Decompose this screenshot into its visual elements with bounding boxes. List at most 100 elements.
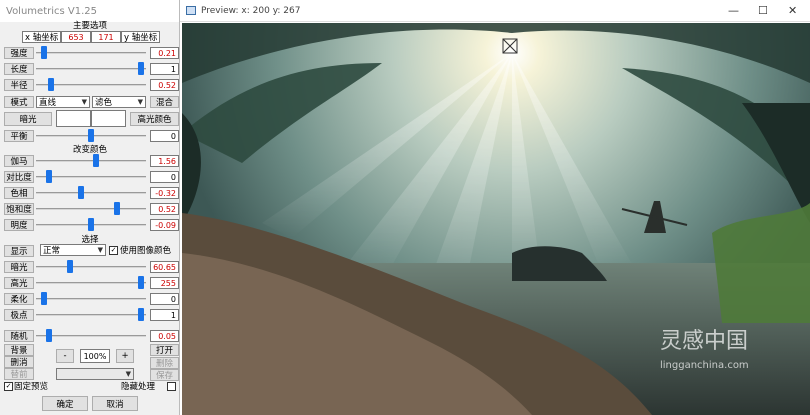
panel-title: Volumetrics V1.25 (6, 5, 97, 17)
blend-button[interactable]: 混合 (150, 96, 179, 108)
preview-titlebar: Preview: x: 200 y: 267 (180, 0, 810, 22)
slider-label-button[interactable]: 强度 (4, 47, 34, 59)
preset-select[interactable]: ▼ (56, 368, 134, 380)
highlight-color-button[interactable]: 高光颜色 (130, 112, 179, 126)
slider-track[interactable] (36, 192, 146, 194)
display-select[interactable]: 正常 ▼ (40, 244, 106, 256)
random-slider-thumb[interactable] (46, 329, 53, 342)
zoom-in-button[interactable]: + (116, 349, 134, 363)
slider-thumb[interactable] (77, 186, 84, 199)
close-icon[interactable]: ✕ (788, 4, 797, 17)
slider-thumb[interactable] (48, 78, 55, 91)
slider-value[interactable]: 255 (150, 277, 179, 289)
slider-track[interactable] (36, 208, 146, 210)
filter-select-value: 滤色 (95, 98, 113, 108)
slider-label-button[interactable]: 柔化 (4, 293, 34, 305)
ok-button[interactable]: 确定 (42, 396, 88, 411)
slider-label-button[interactable]: 对比度 (4, 171, 34, 183)
slider-value[interactable]: 0 (150, 171, 179, 183)
slider-value[interactable]: 1.56 (150, 155, 179, 167)
balance-value[interactable]: 0 (150, 130, 179, 142)
cancel-button[interactable]: 取消 (92, 396, 138, 411)
y-axis-label: y 轴坐标 (121, 31, 161, 43)
main-section-label: 主要选项 (72, 21, 107, 31)
slider-label-button[interactable]: 饱和度 (4, 203, 34, 215)
preview-title: Preview: x: 200 y: 267 (201, 5, 301, 16)
slider-label-button[interactable]: 高光 (4, 277, 34, 289)
random-button[interactable]: 随机 (4, 330, 34, 342)
fixed-preview-label: 固定预览 (14, 382, 49, 392)
balance-slider-thumb[interactable] (88, 129, 94, 142)
dark-color-swatch[interactable] (56, 110, 91, 127)
slider-value[interactable]: 1 (150, 63, 179, 75)
slider-thumb[interactable] (114, 202, 120, 215)
slider-thumb[interactable] (93, 154, 100, 167)
slider-label-button[interactable]: 半径 (4, 79, 34, 91)
delete2-button[interactable]: 删除 (150, 357, 179, 369)
chevron-down-icon: ▼ (137, 98, 143, 106)
fixed-preview-checkbox[interactable]: ✓ (4, 382, 13, 391)
slider-label-button[interactable]: 明度 (4, 219, 34, 231)
slider-thumb[interactable] (137, 308, 144, 321)
slider-thumb[interactable] (137, 276, 144, 289)
slider-label-button[interactable]: 长度 (4, 63, 34, 75)
slider-value[interactable]: 1 (150, 309, 179, 321)
slider-label-button[interactable]: 伽马 (4, 155, 34, 167)
x-axis-label: x 轴坐标 (22, 31, 62, 43)
preview-image[interactable]: 灵感中国 lingganchina.com (182, 23, 810, 415)
slider-value[interactable]: -0.32 (150, 187, 179, 199)
slider-track[interactable] (36, 314, 146, 316)
use-image-color-label: 使用图像颜色 (120, 246, 172, 256)
zoom-level: 100% (80, 349, 110, 363)
filter-select[interactable]: 滤色 ▼ (92, 96, 146, 108)
slider-thumb[interactable] (67, 260, 74, 273)
mode-button[interactable]: 模式 (4, 96, 34, 108)
mode-select[interactable]: 直线 ▼ (36, 96, 90, 108)
mode-select-value: 直线 (39, 98, 57, 108)
hide-process-label: 隐藏处理 (121, 382, 156, 392)
slider-value[interactable]: 60.65 (150, 261, 179, 273)
y-coord-input[interactable]: 171 (91, 31, 121, 43)
slider-track[interactable] (36, 298, 146, 300)
open-button[interactable]: 打开 (150, 344, 179, 356)
slider-track[interactable] (36, 52, 146, 54)
balance-button[interactable]: 平衡 (4, 130, 34, 142)
dark-light-button[interactable]: 暗光 (4, 112, 52, 126)
slider-value[interactable]: -0.09 (150, 219, 179, 231)
slider-thumb[interactable] (41, 292, 48, 305)
slider-thumb[interactable] (41, 46, 48, 59)
slider-track[interactable] (36, 160, 146, 162)
delete-button[interactable]: 删消 (4, 356, 34, 368)
slider-thumb[interactable] (137, 62, 144, 75)
slider-label-button[interactable]: 色相 (4, 187, 34, 199)
watermark-text: 灵感中国 (660, 329, 748, 354)
watermark-url: lingganchina.com (660, 360, 749, 371)
slider-track[interactable] (36, 266, 146, 268)
slider-value[interactable]: 0.52 (150, 79, 179, 91)
minimize-icon[interactable]: — (728, 4, 739, 17)
slider-track[interactable] (36, 282, 146, 284)
slider-thumb[interactable] (46, 170, 53, 183)
slider-label-button[interactable]: 暗光 (4, 261, 34, 273)
zoom-out-button[interactable]: - (56, 349, 74, 363)
random-value[interactable]: 0.05 (150, 330, 179, 342)
slider-label-button[interactable]: 极点 (4, 309, 34, 321)
random-slider-track[interactable] (36, 335, 146, 337)
slider-value[interactable]: 0 (150, 293, 179, 305)
slider-value[interactable]: 0.52 (150, 203, 179, 215)
hide-process-checkbox[interactable] (167, 382, 176, 391)
slider-track[interactable] (36, 176, 146, 178)
app-icon (186, 6, 196, 15)
forest-scene-image: 灵感中国 lingganchina.com (182, 23, 810, 415)
prev-button[interactable]: 替前 (4, 368, 34, 380)
display-button[interactable]: 显示 (4, 245, 34, 257)
background-button[interactable]: 背景 (4, 344, 34, 356)
slider-value[interactable]: 0.21 (150, 47, 179, 59)
slider-thumb[interactable] (88, 218, 94, 231)
highlight-color-swatch[interactable] (91, 110, 126, 127)
x-coord-input[interactable]: 653 (61, 31, 91, 43)
chevron-down-icon: ▼ (125, 370, 131, 378)
use-image-color-checkbox[interactable]: ✓ (109, 246, 118, 255)
slider-track[interactable] (36, 68, 146, 70)
maximize-icon[interactable]: ☐ (758, 4, 768, 17)
